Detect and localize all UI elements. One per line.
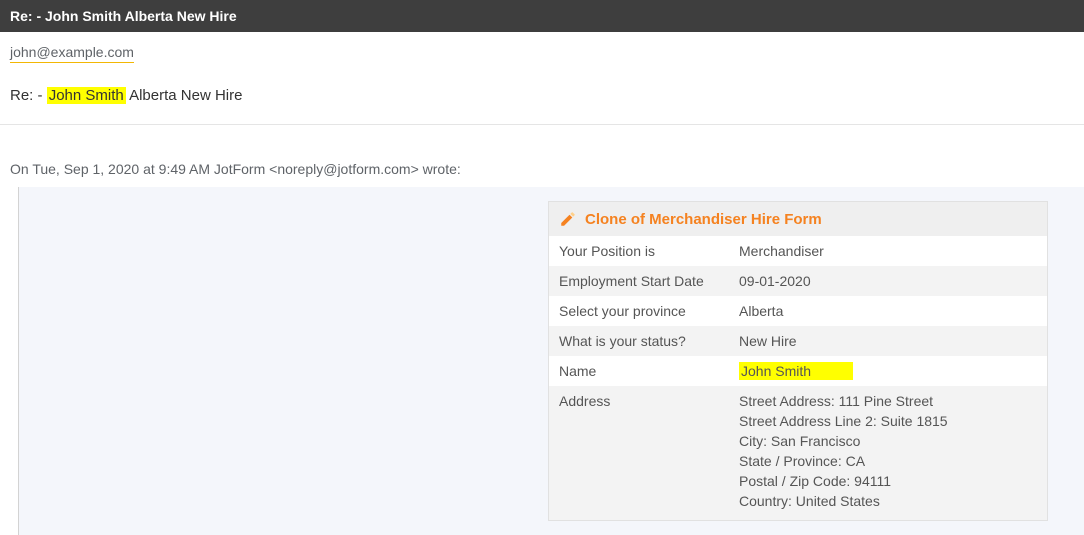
address-country: Country: United States [739,493,1037,509]
address-city: City: San Francisco [739,433,1037,449]
email-from-address[interactable]: john@example.com [10,44,134,63]
window-title-bar: Re: - John Smith Alberta New Hire [0,0,1084,32]
table-row: Name John Smith [549,356,1047,386]
window-title: Re: - John Smith Alberta New Hire [10,8,237,24]
table-row: Your Position is Merchandiser [549,236,1047,266]
table-row: Employment Start Date 09-01-2020 [549,266,1047,296]
address-postal: Postal / Zip Code: 94111 [739,473,1037,489]
form-table: Your Position is Merchandiser Employment… [549,236,1047,520]
field-value-status: New Hire [729,326,1047,356]
form-card: Clone of Merchandiser Hire Form Your Pos… [548,201,1048,521]
field-value-province: Alberta [729,296,1047,326]
field-label-name: Name [549,356,729,386]
address-state: State / Province: CA [739,453,1037,469]
table-row: Address Street Address: 111 Pine Street … [549,386,1047,520]
name-highlight: John Smith [739,362,853,380]
form-title-row: Clone of Merchandiser Hire Form [549,202,1047,236]
pencil-icon [559,210,577,228]
subject-prefix: Re: - [10,87,47,104]
field-label-status: What is your status? [549,326,729,356]
field-value-position: Merchandiser [729,236,1047,266]
table-row: Select your province Alberta [549,296,1047,326]
field-label-province: Select your province [549,296,729,326]
field-value-start-date: 09-01-2020 [729,266,1047,296]
address-street2: Street Address Line 2: Suite 1815 [739,413,1037,429]
field-label-start-date: Employment Start Date [549,266,729,296]
form-title: Clone of Merchandiser Hire Form [585,211,822,228]
field-label-position: Your Position is [549,236,729,266]
quoted-body: Clone of Merchandiser Hire Form Your Pos… [18,187,1084,535]
quoted-intro: On Tue, Sep 1, 2020 at 9:49 AM JotForm <… [0,125,1084,187]
field-label-address: Address [549,386,729,520]
address-street: Street Address: 111 Pine Street [739,393,1037,409]
field-value-address: Street Address: 111 Pine Street Street A… [729,386,1047,520]
email-meta: john@example.com Re: - John Smith Albert… [0,32,1084,124]
email-subject: Re: - John Smith Alberta New Hire [10,87,1074,104]
subject-suffix: Alberta New Hire [126,87,243,104]
field-value-name: John Smith [729,356,1047,386]
subject-highlight-name: John Smith [47,87,126,104]
table-row: What is your status? New Hire [549,326,1047,356]
